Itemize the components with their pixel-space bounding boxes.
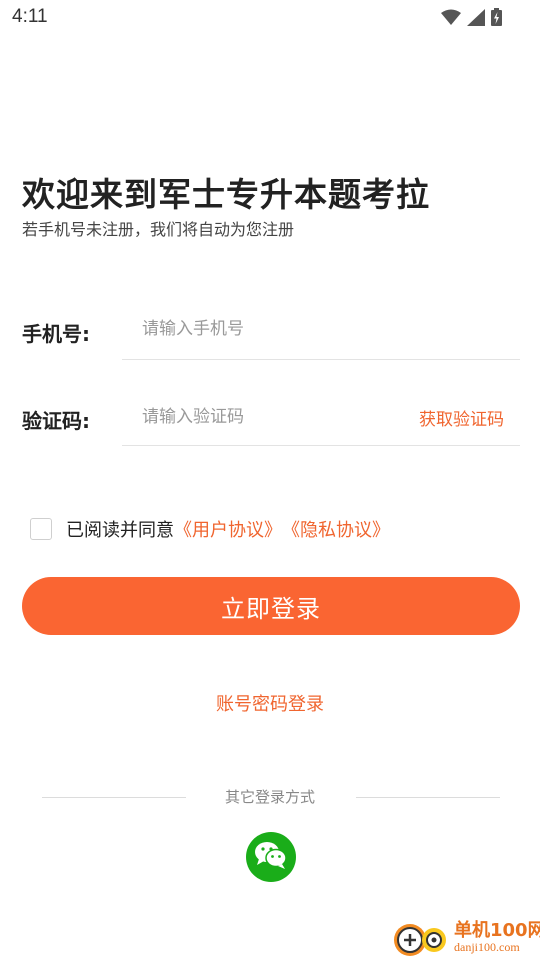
phone-underline — [122, 359, 520, 360]
watermark-subtitle: danji100.com — [454, 940, 520, 954]
wechat-login-button[interactable] — [246, 832, 296, 882]
watermark-logo — [390, 918, 450, 960]
phone-input[interactable] — [122, 309, 520, 349]
signal-icon — [467, 8, 485, 30]
watermark: 单机100网 danji100.com — [390, 916, 540, 960]
code-label: 验证码: — [22, 409, 90, 433]
page-title: 欢迎来到军士专升本题考拉 — [22, 175, 430, 214]
code-underline — [122, 445, 520, 446]
wifi-icon — [441, 9, 461, 29]
privacy-policy-link[interactable]: 《隐私协议》 — [282, 516, 390, 542]
get-code-button[interactable]: 获取验证码 — [419, 405, 504, 430]
agreement-checkbox[interactable] — [30, 518, 52, 540]
status-time: 4:11 — [12, 6, 48, 27]
user-agreement-link[interactable]: 《用户协议》 — [174, 516, 282, 542]
code-input[interactable] — [122, 397, 392, 437]
agreement-row: 已阅读并同意 《用户协议》 《隐私协议》 — [30, 516, 390, 542]
divider-right — [356, 797, 500, 798]
status-bar: 4:11 — [0, 0, 540, 36]
battery-icon — [491, 8, 502, 30]
password-login-link[interactable]: 账号密码登录 — [0, 690, 540, 716]
watermark-title: 单机100网 — [454, 920, 540, 941]
agreement-text: 已阅读并同意 — [66, 520, 174, 541]
login-button[interactable]: 立即登录 — [22, 577, 520, 635]
page-subtitle: 若手机号未注册，我们将自动为您注册 — [22, 220, 295, 239]
wechat-icon — [254, 840, 288, 874]
phone-label: 手机号: — [22, 322, 90, 346]
status-icons — [441, 8, 502, 30]
